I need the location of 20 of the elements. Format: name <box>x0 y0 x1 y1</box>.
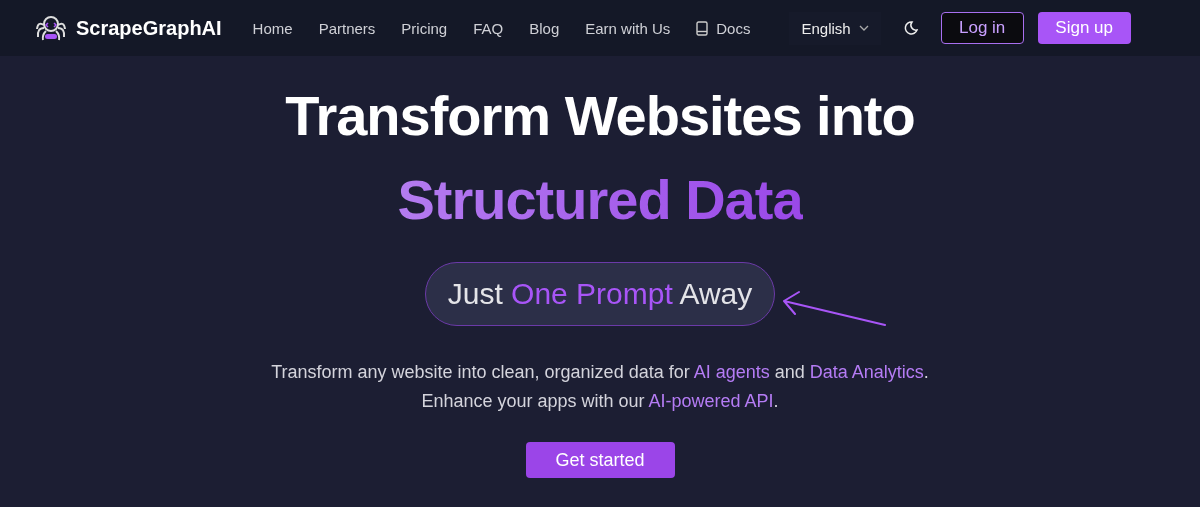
nav-link[interactable]: FAQ <box>460 19 517 37</box>
brand-name[interactable]: ScrapeGraphAI <box>76 16 222 40</box>
nav-link[interactable]: Partners <box>305 19 389 37</box>
chevron-down-icon <box>858 25 869 31</box>
spider-logo-icon <box>34 13 68 43</box>
hero-title: Transform Websites into <box>285 84 915 148</box>
description-text: Transform any website into clean, organized data for AI agents and Data Analytics. <box>271 361 929 384</box>
arrow-icon <box>781 290 888 326</box>
login-button[interactable]: Log in <box>940 12 1024 44</box>
tagline-pill: Just One Prompt Away <box>424 262 776 326</box>
nav-link[interactable]: Earn with Us <box>572 19 684 37</box>
moon-icon[interactable] <box>902 20 919 36</box>
get-started-button[interactable]: Get started <box>525 442 675 478</box>
signup-button[interactable]: Sign up <box>1037 12 1131 44</box>
book-icon <box>696 20 709 36</box>
nav-link[interactable]: Pricing <box>388 19 461 37</box>
description-text: Enhance your apps with our AI-powered API. <box>421 390 779 413</box>
nav-link[interactable]: Blog <box>516 19 573 37</box>
nav-link[interactable]: Docs <box>683 19 764 37</box>
nav-link[interactable]: Home <box>239 19 306 37</box>
